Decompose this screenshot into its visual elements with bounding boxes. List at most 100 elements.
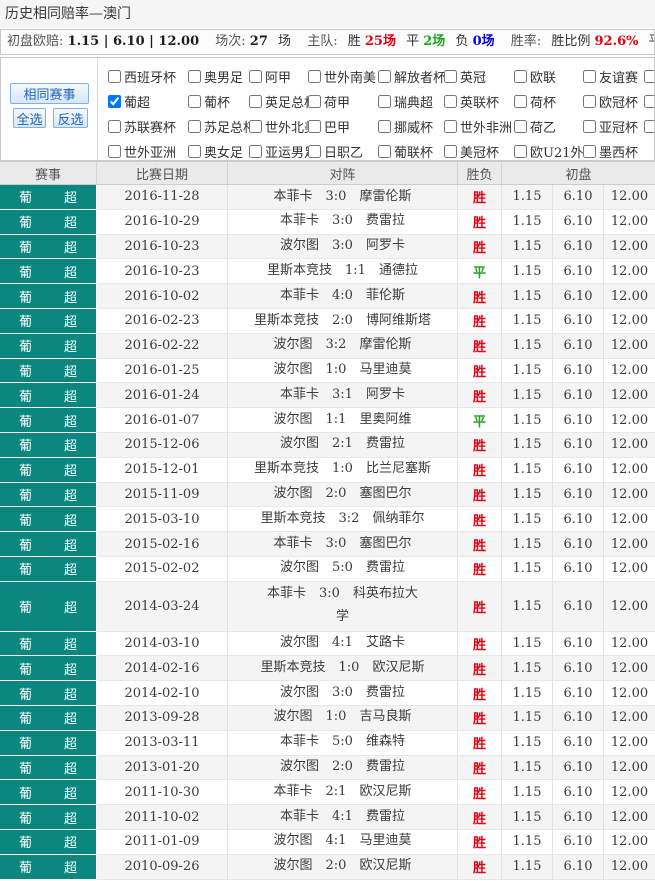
result-cell: 胜 <box>458 507 502 532</box>
league-option[interactable]: 亚冠杯 <box>583 117 644 136</box>
league-checkbox-overflow[interactable] <box>644 120 654 133</box>
league-checkbox[interactable] <box>108 145 121 158</box>
league-option[interactable]: 日职乙 <box>308 142 378 160</box>
league-checkbox[interactable] <box>188 70 201 83</box>
league-option[interactable]: 英足总杯 <box>249 92 308 111</box>
league-option[interactable]: 巴甲 <box>308 117 378 136</box>
odds-text: 12.00 <box>611 239 648 254</box>
league-checkbox[interactable] <box>378 95 391 108</box>
league-checkbox[interactable] <box>188 120 201 133</box>
league-option[interactable]: 瑞典超 <box>378 92 444 111</box>
matchup: 里斯本竞技1:1通德拉 <box>267 260 418 283</box>
league-option[interactable]: 英联杯 <box>444 92 514 111</box>
away-team: 费雷拉 <box>366 685 405 700</box>
match-date: 2013-09-28 <box>125 710 200 725</box>
league-checkbox[interactable] <box>514 70 527 83</box>
league-option[interactable]: 苏足总杯 <box>188 117 249 136</box>
league-checkbox[interactable] <box>108 120 121 133</box>
league-checkbox[interactable] <box>378 120 391 133</box>
league-option[interactable]: 墨西杯 <box>583 142 644 160</box>
league-option[interactable]: 荷杯 <box>514 92 583 111</box>
league-option[interactable]: 欧联 <box>514 67 583 86</box>
league-checkbox[interactable] <box>583 145 596 158</box>
league-option[interactable]: 荷乙 <box>514 117 583 136</box>
league-checkbox[interactable] <box>444 145 457 158</box>
league-option[interactable]: 葡超 <box>108 92 188 111</box>
league-option[interactable]: 挪威杯 <box>378 117 444 136</box>
league-checkbox[interactable] <box>308 95 321 108</box>
league-checkbox[interactable] <box>444 120 457 133</box>
match-date: 2014-02-16 <box>125 661 200 676</box>
league-checkbox[interactable] <box>188 95 201 108</box>
league-checkbox[interactable] <box>514 145 527 158</box>
league-checkbox[interactable] <box>583 70 596 83</box>
league-option[interactable]: 奥女足 <box>188 142 249 160</box>
odds-text: 1.15 <box>513 338 542 353</box>
league-checkbox[interactable] <box>249 120 262 133</box>
league-option[interactable]: 奥男足 <box>188 67 249 86</box>
league-checkbox[interactable] <box>249 70 262 83</box>
result-text: 胜 <box>473 708 486 727</box>
league-option[interactable]: 欧冠杯 <box>583 92 644 111</box>
select-all-button[interactable]: 全选 <box>13 108 46 128</box>
table-row: 葡超2016-11-28本菲卡3:0摩雷伦斯胜1.156.1012.00 <box>0 185 655 210</box>
invert-selection-button[interactable]: 反选 <box>53 108 88 128</box>
league-checkbox[interactable] <box>444 70 457 83</box>
result-text: 平 <box>473 411 486 430</box>
league-checkbox[interactable] <box>188 145 201 158</box>
odds-text: 12.00 <box>611 537 648 552</box>
odds-value-draw: 6.10 <box>553 706 604 731</box>
league-checkbox[interactable] <box>514 120 527 133</box>
league-checkbox-overflow[interactable] <box>644 70 654 83</box>
league-checkbox-overflow[interactable] <box>644 95 654 108</box>
league-option[interactable]: 亚运男足 <box>249 142 308 160</box>
match-date: 2016-10-23 <box>125 239 200 254</box>
matchup: 本菲卡4:1费雷拉 <box>280 806 405 829</box>
table-row: 葡超2014-02-16里斯本竞技1:0欧汉尼斯胜1.156.1012.00 <box>0 656 655 681</box>
league-badge-char: 超 <box>64 634 77 653</box>
league-option[interactable]: 葡杯 <box>188 92 249 111</box>
league-option[interactable]: 世外北美 <box>249 117 308 136</box>
league-option[interactable]: 葡联杯 <box>378 142 444 160</box>
league-option[interactable]: 世外南美 <box>308 67 378 86</box>
table-row: 葡超2013-09-28波尔图1:0吉马良斯胜1.156.1012.00 <box>0 706 655 731</box>
league-option[interactable]: 世外非洲 <box>444 117 514 136</box>
league-checkbox[interactable] <box>108 95 121 108</box>
league-option[interactable]: 阿甲 <box>249 67 308 86</box>
league-checkbox[interactable] <box>444 95 457 108</box>
league-checkbox[interactable] <box>249 145 262 158</box>
league-option[interactable]: 世外亚洲 <box>108 142 188 160</box>
league-checkbox[interactable] <box>378 145 391 158</box>
league-checkbox[interactable] <box>308 145 321 158</box>
league-option[interactable]: 欧U21外 <box>514 142 583 160</box>
league-option[interactable]: 英冠 <box>444 67 514 86</box>
away-team: 通德拉 <box>379 263 418 278</box>
league-option[interactable]: 苏联赛杯 <box>108 117 188 136</box>
league-checkbox[interactable] <box>378 70 391 83</box>
league-checkbox[interactable] <box>249 95 262 108</box>
league-checkbox[interactable] <box>308 120 321 133</box>
matchup-cell: 波尔图2:1费雷拉 <box>228 433 458 458</box>
odds-value-loss: 12.00 <box>604 532 655 557</box>
draw-count: 2场 <box>423 34 445 49</box>
league-badge-char: 超 <box>64 435 77 454</box>
league-checkbox[interactable] <box>583 95 596 108</box>
league-badge-char: 超 <box>64 708 77 727</box>
league-badge-char: 超 <box>64 832 77 851</box>
odds-value-win: 1.15 <box>502 557 553 582</box>
league-checkbox[interactable] <box>308 70 321 83</box>
league-option[interactable]: 友谊赛 <box>583 67 644 86</box>
league-option[interactable]: 荷甲 <box>308 92 378 111</box>
league-checkbox[interactable] <box>583 120 596 133</box>
league-option[interactable]: 解放者杯 <box>378 67 444 86</box>
league-checkbox[interactable] <box>514 95 527 108</box>
match-score: 5:0 <box>332 734 353 749</box>
home-team: 本菲卡 <box>280 288 319 303</box>
matchup-cell: 本菲卡3:0塞图巴尔 <box>228 532 458 557</box>
league-checkbox[interactable] <box>108 70 121 83</box>
matchup: 里斯本竞技1:0比兰尼塞斯 <box>254 458 431 481</box>
match-date: 2014-03-10 <box>125 636 200 651</box>
same-event-button[interactable]: 相同赛事 <box>10 83 89 104</box>
league-option[interactable]: 美冠杯 <box>444 142 514 160</box>
league-option[interactable]: 西班牙杯 <box>108 67 188 86</box>
